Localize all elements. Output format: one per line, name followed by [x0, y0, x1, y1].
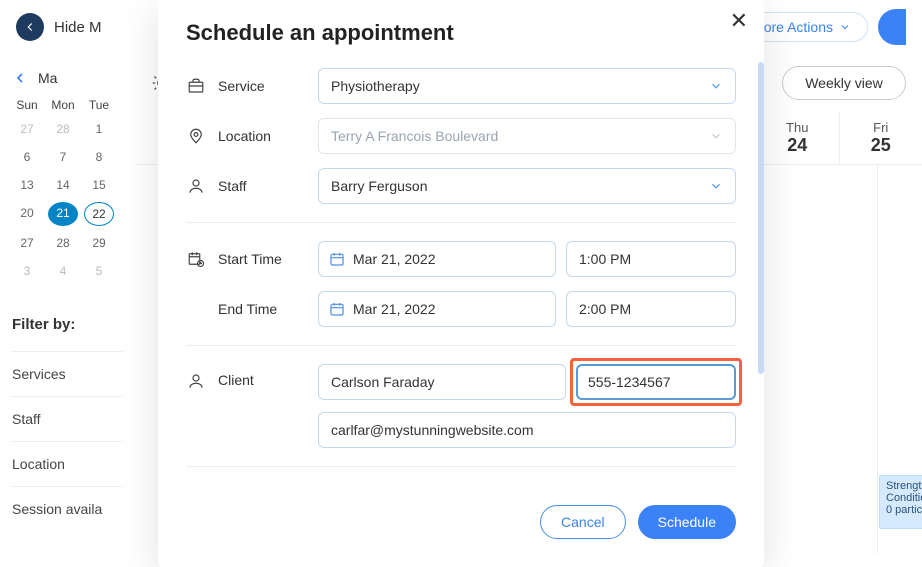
end-date-value: Mar 21, 2022 — [353, 301, 436, 317]
modal-overlay: ✕ Schedule an appointment Service Physio… — [0, 0, 922, 567]
start-time-input[interactable]: 1:00 PM — [566, 241, 736, 277]
location-pin-icon — [186, 127, 206, 145]
divider — [186, 222, 736, 223]
calendar-icon — [329, 301, 345, 317]
start-time-label: Start Time — [218, 251, 314, 267]
schedule-button[interactable]: Schedule — [638, 505, 736, 539]
close-button[interactable]: ✕ — [730, 8, 748, 34]
modal-scrollbar[interactable] — [758, 62, 764, 374]
location-value: Terry A Francois Boulevard — [331, 128, 498, 144]
person-icon — [186, 372, 206, 390]
staff-select[interactable]: Barry Ferguson — [318, 168, 736, 204]
service-value: Physiotherapy — [331, 78, 420, 94]
client-name-input[interactable] — [318, 364, 566, 400]
calendar-clock-icon — [186, 250, 206, 268]
end-time-label: End Time — [218, 301, 314, 317]
staff-value: Barry Ferguson — [331, 178, 427, 194]
briefcase-icon — [186, 77, 206, 95]
divider — [186, 345, 736, 346]
modal-footer: Cancel Schedule — [158, 485, 764, 539]
start-date-value: Mar 21, 2022 — [353, 251, 436, 267]
client-email-input[interactable] — [318, 412, 736, 448]
start-date-input[interactable]: Mar 21, 2022 — [318, 241, 556, 277]
chevron-down-icon — [709, 179, 723, 193]
divider — [186, 466, 736, 467]
modal-title: Schedule an appointment — [186, 20, 736, 46]
service-select[interactable]: Physiotherapy — [318, 68, 736, 104]
end-time-value: 2:00 PM — [579, 301, 631, 317]
start-time-value: 1:00 PM — [579, 251, 631, 267]
end-time-input[interactable]: 2:00 PM — [566, 291, 736, 327]
client-phone-input[interactable] — [576, 364, 736, 400]
location-label: Location — [218, 128, 314, 144]
service-label: Service — [218, 78, 314, 94]
location-select[interactable]: Terry A Francois Boulevard — [318, 118, 736, 154]
person-icon — [186, 177, 206, 195]
chevron-down-icon — [709, 79, 723, 93]
chevron-down-icon — [709, 129, 723, 143]
schedule-appointment-modal: ✕ Schedule an appointment Service Physio… — [158, 0, 764, 567]
client-label: Client — [218, 372, 314, 388]
staff-label: Staff — [218, 178, 314, 194]
cancel-button[interactable]: Cancel — [540, 505, 626, 539]
end-date-input[interactable]: Mar 21, 2022 — [318, 291, 556, 327]
close-icon: ✕ — [730, 8, 748, 33]
calendar-icon — [329, 251, 345, 267]
